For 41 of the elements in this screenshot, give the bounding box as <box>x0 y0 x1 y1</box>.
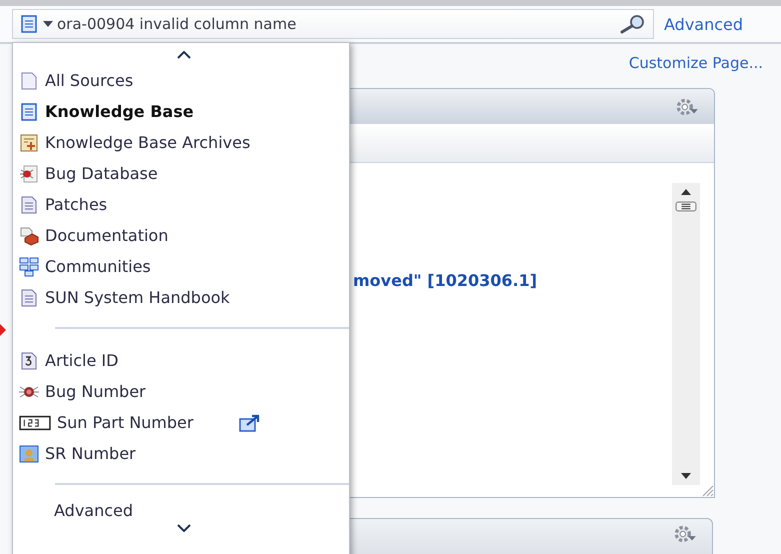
page-icon <box>19 288 39 308</box>
result-link[interactable]: moved" [1020306.1] <box>353 271 672 485</box>
menu-item[interactable]: Bug Number <box>19 376 349 407</box>
archive-icon <box>19 132 39 152</box>
menu-item[interactable]: Sun Part Number <box>19 407 349 438</box>
menu-item[interactable]: Communities <box>19 251 349 282</box>
menu-item[interactable]: SR Number <box>19 438 349 469</box>
document-icon <box>19 102 39 122</box>
advanced-link[interactable]: Advanced <box>664 14 744 34</box>
menu-item[interactable]: All Sources <box>19 65 349 96</box>
menu-item[interactable]: Documentation <box>19 220 349 251</box>
caret-icon[interactable] <box>43 21 53 27</box>
search-input[interactable]: ora-00904 invalid column name <box>57 15 615 33</box>
scrollbar[interactable] <box>672 183 700 485</box>
books-icon <box>19 226 39 246</box>
customize-page-link[interactable]: Customize Page... <box>628 54 763 74</box>
document-icon[interactable] <box>19 14 39 34</box>
menu-item[interactable]: Knowledge Base <box>19 96 349 127</box>
arrow-tip-icon <box>0 324 6 336</box>
menu-item[interactable]: SUN System Handbook <box>19 282 349 313</box>
number-field-icon <box>19 414 51 432</box>
menu-item[interactable]: Bug Database <box>19 158 349 189</box>
network-icon <box>19 256 39 276</box>
scroll-up-icon[interactable] <box>177 51 191 59</box>
menu-item[interactable]: Article ID <box>19 345 349 376</box>
resize-grip-icon[interactable] <box>702 485 714 497</box>
external-link-icon[interactable] <box>239 414 262 432</box>
page-icon <box>19 194 39 214</box>
menu-item[interactable]: Knowledge Base Archives <box>19 127 349 158</box>
numbered-page-icon <box>19 350 39 370</box>
scroll-thumb[interactable] <box>675 201 697 212</box>
advanced-menu-item[interactable]: Advanced <box>54 501 349 520</box>
gear-icon[interactable] <box>672 523 698 545</box>
scroll-up-icon[interactable] <box>681 189 691 195</box>
bug-icon <box>19 164 39 184</box>
search-field[interactable]: ora-00904 invalid column name <box>12 9 654 39</box>
user-card-icon <box>19 444 39 464</box>
scroll-down-icon[interactable] <box>681 473 691 479</box>
search-icon[interactable] <box>619 14 647 34</box>
menu-item[interactable]: Patches <box>19 189 349 220</box>
scroll-down-icon[interactable] <box>177 524 191 532</box>
